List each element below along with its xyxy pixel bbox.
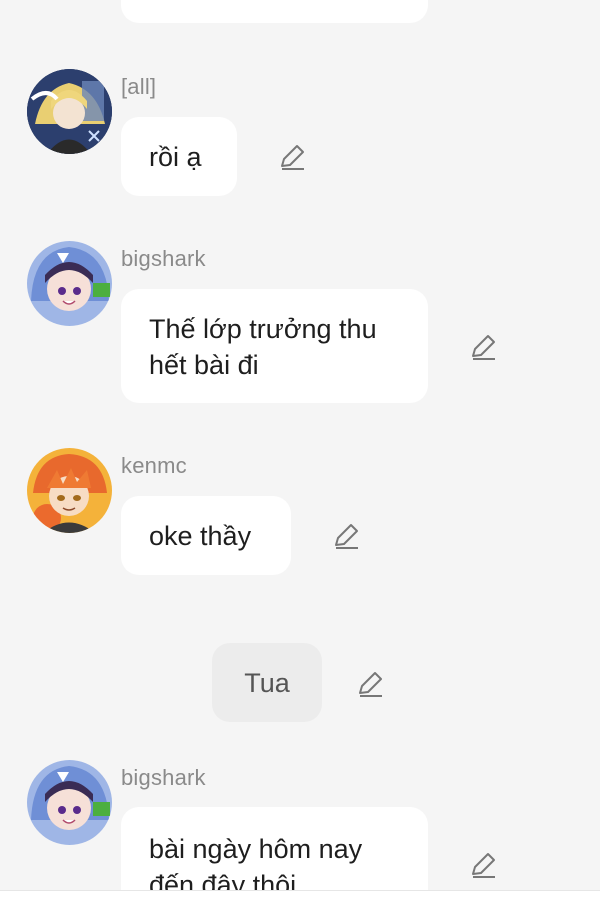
sender-name: [all] [121, 74, 157, 99]
bottom-bar [0, 890, 600, 900]
message-bubble[interactable]: bài ngày hôm nay đến đây thôi [121, 807, 428, 890]
avatar-orange-hair-character-icon [27, 448, 112, 533]
message-bubble-partial[interactable] [121, 0, 428, 23]
avatar[interactable] [27, 760, 112, 845]
message-text: rồi ạ [149, 142, 202, 172]
message-bubble[interactable]: oke thầy [121, 496, 291, 575]
message-text-line: đến đây thôi [149, 870, 297, 890]
message-text: oke thầy [149, 521, 252, 551]
message-text-line: hết bài đi [149, 350, 259, 380]
avatar-shark-hood-character-icon [27, 760, 112, 845]
avatar[interactable] [27, 448, 112, 533]
sender-name: kenmc [121, 453, 187, 478]
edit-pencil-icon[interactable] [468, 332, 498, 362]
message-text-line: bài ngày hôm nay [149, 834, 363, 864]
avatar-shark-hood-character-icon [27, 241, 112, 326]
sender-name: bigshark [121, 246, 206, 271]
system-message-bubble[interactable]: Tua [212, 643, 322, 722]
avatar[interactable] [27, 69, 112, 154]
message-bubble[interactable]: rồi ạ [121, 117, 237, 196]
message-text-line: Thế lớp trưởng thu [149, 314, 377, 344]
sender-name: bigshark [121, 765, 206, 790]
edit-pencil-icon[interactable] [468, 850, 498, 880]
chat-scroll-area[interactable]: [all] rồi ạ bigshark Thế lớp trưởng thu … [0, 0, 600, 890]
avatar-blonde-character-icon [27, 69, 112, 154]
edit-pencil-icon[interactable] [277, 142, 307, 172]
edit-pencil-icon[interactable] [331, 521, 361, 551]
avatar[interactable] [27, 241, 112, 326]
edit-pencil-icon[interactable] [355, 669, 385, 699]
message-bubble[interactable]: Thế lớp trưởng thu hết bài đi [121, 289, 428, 403]
message-text: Tua [244, 668, 290, 698]
